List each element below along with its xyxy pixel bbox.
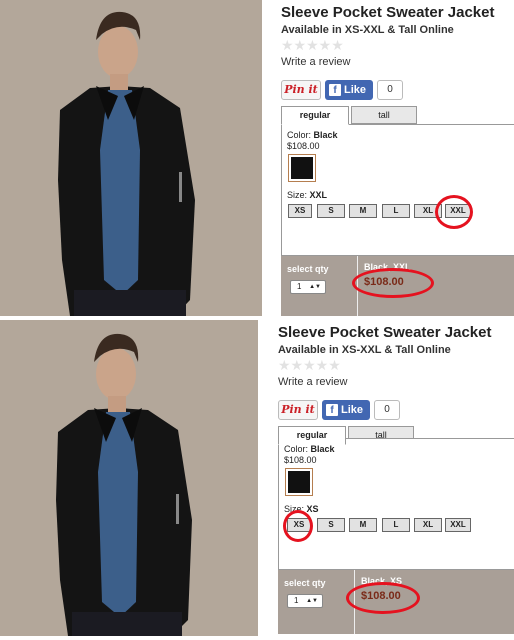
product-screenshot-top: Sleeve Pocket Sweater Jacket Available i…	[0, 0, 514, 320]
size-button-xxl[interactable]: XXL	[445, 518, 471, 532]
selected-price: $108.00	[361, 590, 401, 602]
like-count: 0	[377, 80, 403, 100]
size-button-l[interactable]: L	[382, 204, 410, 218]
facebook-icon: f	[326, 404, 338, 416]
pinterest-pin-button[interactable]: Pin it	[278, 400, 318, 420]
purchase-bar: select qty 1 ▲▼ Black, XXL $108.00	[281, 256, 514, 316]
color-label: Color: Black	[287, 130, 338, 140]
size-button-xs[interactable]: XS	[287, 518, 311, 532]
options-box: Color: Black $108.00 Size: XS XS S M L X…	[278, 438, 514, 570]
tab-regular[interactable]: regular	[281, 106, 349, 125]
purchase-divider	[357, 256, 358, 316]
write-review-link[interactable]: Write a review	[281, 56, 350, 68]
rating-stars[interactable]: ★★★★★	[278, 357, 341, 374]
size-value: XXL	[309, 190, 328, 200]
qty-select[interactable]: 1 ▲▼	[287, 594, 323, 608]
swatch-fill	[288, 471, 310, 493]
qty-label: select qty	[284, 578, 326, 588]
size-button-s[interactable]: S	[317, 204, 345, 218]
tab-tall[interactable]: tall	[351, 106, 417, 124]
write-review-link[interactable]: Write a review	[278, 376, 347, 388]
qty-value: 1	[294, 596, 299, 605]
purchase-bar: select qty 1 ▲▼ Black, XS $108.00	[278, 570, 514, 634]
size-button-xl[interactable]: XL	[414, 518, 442, 532]
color-swatch-black[interactable]	[288, 154, 316, 182]
product-screenshot-bottom: Sleeve Pocket Sweater Jacket Available i…	[0, 320, 514, 640]
color-label: Color: Black	[284, 444, 335, 454]
size-button-xl[interactable]: XL	[414, 204, 442, 218]
facebook-like-button[interactable]: f Like	[325, 80, 373, 100]
color-value: Black	[310, 444, 335, 454]
color-value: Black	[313, 130, 338, 140]
size-button-m[interactable]: M	[349, 518, 377, 532]
availability-text: Available in XS-XXL & Tall Online	[281, 24, 454, 36]
like-label: Like	[344, 84, 367, 96]
product-title: Sleeve Pocket Sweater Jacket	[278, 324, 492, 341]
pinterest-pin-button[interactable]: Pin it	[281, 80, 321, 100]
stepper-icon: ▲▼	[306, 598, 318, 604]
qty-value: 1	[297, 282, 302, 291]
facebook-like-button[interactable]: f Like	[322, 400, 370, 420]
availability-text: Available in XS-XXL & Tall Online	[278, 344, 451, 356]
size-button-m[interactable]: M	[349, 204, 377, 218]
swatch-fill	[291, 157, 313, 179]
size-button-s[interactable]: S	[317, 518, 345, 532]
like-label: Like	[341, 404, 364, 416]
size-label: Size: XS	[284, 504, 319, 514]
qty-label: select qty	[287, 264, 329, 274]
color-swatch-black[interactable]	[285, 468, 313, 496]
selection-summary: Black, XS	[361, 576, 403, 586]
like-count: 0	[374, 400, 400, 420]
facebook-icon: f	[329, 84, 341, 96]
size-button-l[interactable]: L	[382, 518, 410, 532]
size-label: Size: XXL	[287, 190, 328, 200]
purchase-divider	[354, 570, 355, 634]
qty-select[interactable]: 1 ▲▼	[290, 280, 326, 294]
size-button-xxl[interactable]: XXL	[445, 204, 471, 218]
product-photo	[0, 0, 262, 316]
options-box: Color: Black $108.00 Size: XXL XS S M L …	[281, 124, 514, 256]
selection-summary: Black, XXL	[364, 262, 411, 272]
product-title: Sleeve Pocket Sweater Jacket	[281, 4, 495, 21]
tab-regular[interactable]: regular	[278, 426, 346, 445]
stepper-icon: ▲▼	[309, 284, 321, 290]
selected-price: $108.00	[364, 276, 404, 288]
rating-stars[interactable]: ★★★★★	[281, 37, 344, 54]
color-price: $108.00	[284, 455, 317, 465]
color-price: $108.00	[287, 141, 320, 151]
product-photo	[0, 320, 258, 636]
size-button-xs[interactable]: XS	[288, 204, 312, 218]
size-value: XS	[306, 504, 319, 514]
